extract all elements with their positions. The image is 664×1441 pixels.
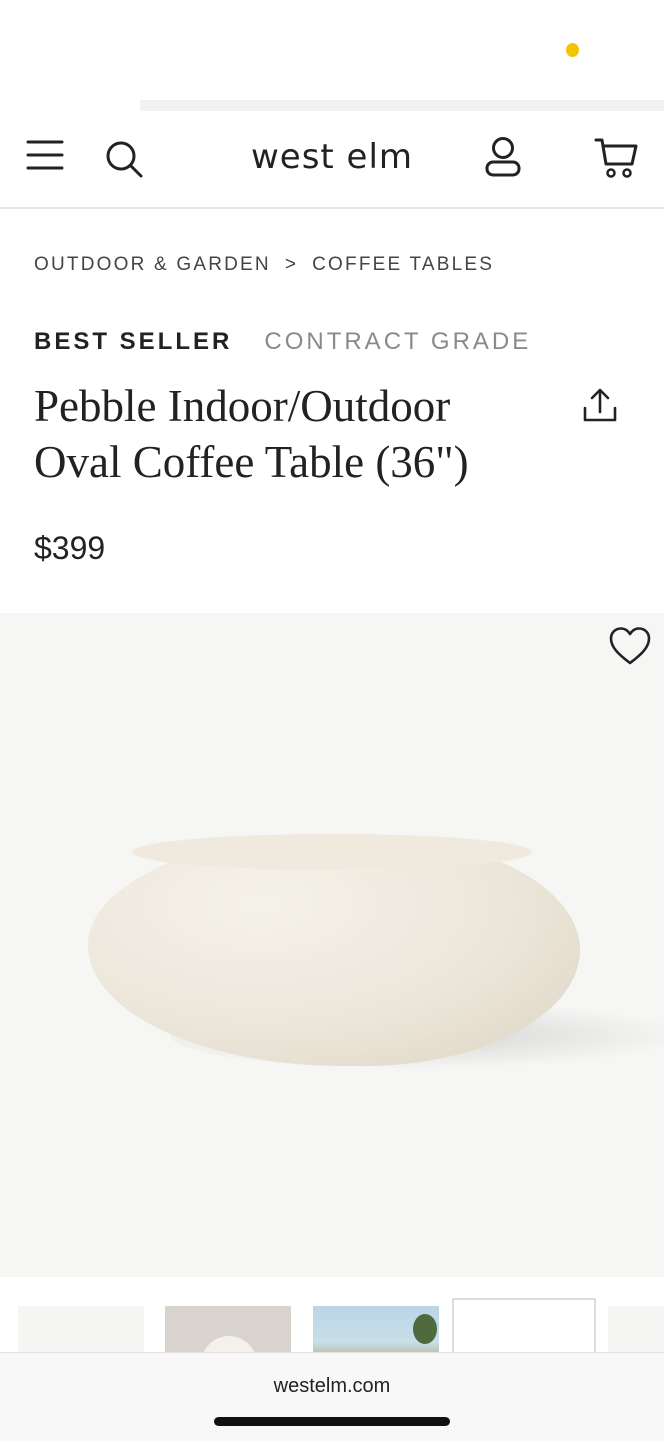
thumbnail-4-selected[interactable] <box>452 1298 596 1352</box>
browser-address-bar[interactable]: westelm.com <box>0 1352 664 1441</box>
product-title-line-2: Oval Coffee Table (36") <box>34 437 469 487</box>
product-badges: BEST SELLER CONTRACT GRADE <box>34 328 531 356</box>
breadcrumb: OUTDOOR & GARDEN > COFFEE TABLES <box>34 254 494 276</box>
thumbnail-arch-shape <box>201 1336 257 1352</box>
site-logo[interactable]: west elm <box>0 137 664 177</box>
account-icon[interactable] <box>484 136 522 178</box>
wishlist-heart-icon[interactable] <box>608 626 652 666</box>
thumbnail-tree-shape <box>413 1314 437 1344</box>
cart-icon[interactable] <box>594 136 638 180</box>
breadcrumb-item-outdoor-garden[interactable]: OUTDOOR & GARDEN <box>34 254 271 276</box>
product-title-line-1: Pebble Indoor/Outdoor <box>34 381 451 431</box>
site-header: west elm <box>0 111 664 209</box>
status-indicator-dot <box>566 43 579 57</box>
thumbnail-2[interactable] <box>165 1306 291 1352</box>
breadcrumb-separator: > <box>284 254 299 275</box>
thumbnail-1[interactable] <box>18 1306 144 1352</box>
thumbnail-5[interactable] <box>608 1306 664 1352</box>
product-price: $399 <box>34 530 106 566</box>
pebble-table-top <box>132 834 532 870</box>
home-indicator <box>214 1417 450 1426</box>
badge-contract-grade: CONTRACT GRADE <box>264 328 532 355</box>
product-title: Pebble Indoor/Outdoor Oval Coffee Table … <box>34 378 554 490</box>
thumbnail-3[interactable] <box>313 1306 439 1352</box>
share-icon[interactable] <box>580 386 620 426</box>
breadcrumb-item-coffee-tables[interactable]: COFFEE TABLES <box>312 254 494 276</box>
browser-progress-strip <box>140 100 664 111</box>
url-text[interactable]: westelm.com <box>0 1375 664 1398</box>
status-bar <box>0 0 664 100</box>
badge-best-seller: BEST SELLER <box>34 328 233 355</box>
thumbnail-strip <box>0 1290 664 1352</box>
